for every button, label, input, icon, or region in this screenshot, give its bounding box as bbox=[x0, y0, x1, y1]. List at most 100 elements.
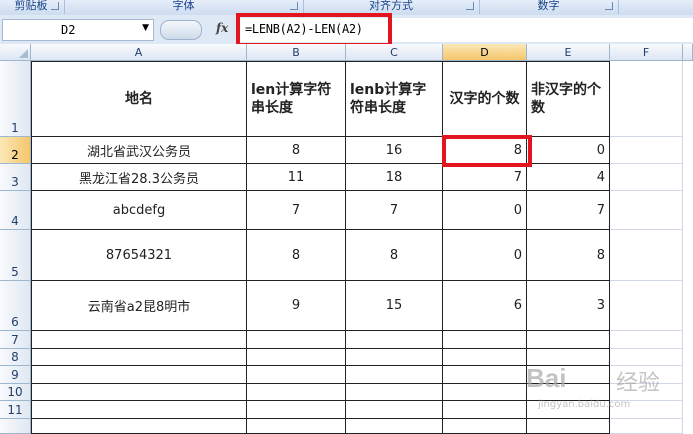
alignment-group[interactable]: 对齐方式 bbox=[305, 0, 477, 14]
row-header-6[interactable]: 6 bbox=[0, 281, 31, 331]
cell-c2[interactable]: 16 bbox=[346, 137, 443, 164]
insert-function-icon[interactable]: fx bbox=[216, 21, 228, 35]
dialog-launcher-icon[interactable] bbox=[51, 2, 59, 10]
cell-b1[interactable]: len计算字符串长度 bbox=[247, 61, 346, 137]
empty-cell[interactable] bbox=[527, 331, 610, 349]
empty-cell[interactable] bbox=[31, 419, 247, 434]
cell-c5[interactable]: 8 bbox=[346, 230, 443, 281]
empty-cell[interactable] bbox=[527, 349, 610, 366]
cell-d6[interactable]: 6 bbox=[443, 281, 527, 331]
row-header-11[interactable]: 11 bbox=[0, 401, 31, 419]
cell-c3[interactable]: 18 bbox=[346, 164, 443, 191]
empty-cell[interactable] bbox=[443, 419, 527, 434]
empty-cell[interactable] bbox=[247, 331, 346, 349]
cell-f3[interactable] bbox=[610, 164, 683, 191]
empty-cell[interactable] bbox=[31, 384, 247, 401]
empty-cell[interactable] bbox=[610, 419, 683, 434]
cell-b4[interactable]: 7 bbox=[247, 191, 346, 230]
name-box[interactable]: D2 ▼ bbox=[2, 19, 154, 41]
cell-b6[interactable]: 9 bbox=[247, 281, 346, 331]
cell-e1[interactable]: 非汉字的个数 bbox=[527, 61, 610, 137]
column-header-f[interactable]: F bbox=[610, 44, 683, 61]
empty-cell[interactable] bbox=[443, 349, 527, 366]
empty-cell[interactable] bbox=[527, 366, 610, 384]
empty-cell[interactable] bbox=[610, 349, 683, 366]
cell-f4[interactable] bbox=[610, 191, 683, 230]
empty-cell[interactable] bbox=[31, 366, 247, 384]
row-header-10[interactable]: 10 bbox=[0, 384, 31, 401]
empty-cell[interactable] bbox=[443, 401, 527, 419]
empty-cell[interactable] bbox=[346, 401, 443, 419]
row-header-2[interactable]: 2 bbox=[0, 137, 31, 164]
column-header-c[interactable]: C bbox=[346, 44, 443, 61]
empty-cell[interactable] bbox=[247, 349, 346, 366]
empty-cell[interactable] bbox=[527, 401, 610, 419]
cell-d4[interactable]: 0 bbox=[443, 191, 527, 230]
cell-c6[interactable]: 15 bbox=[346, 281, 443, 331]
column-header-g[interactable] bbox=[683, 44, 693, 61]
cell-f1[interactable] bbox=[610, 61, 683, 137]
empty-cell[interactable] bbox=[443, 331, 527, 349]
cell-e2[interactable]: 0 bbox=[527, 137, 610, 164]
empty-cell[interactable] bbox=[610, 384, 683, 401]
empty-cell[interactable] bbox=[247, 384, 346, 401]
dropdown-arrow-icon[interactable]: ▼ bbox=[142, 23, 149, 33]
row-header-7[interactable]: 7 bbox=[0, 331, 31, 349]
empty-cell[interactable] bbox=[31, 401, 247, 419]
empty-cell[interactable] bbox=[346, 384, 443, 401]
empty-cell[interactable] bbox=[346, 331, 443, 349]
cell-a1[interactable]: 地名 bbox=[31, 61, 247, 137]
row-header-12[interactable] bbox=[0, 419, 31, 434]
empty-cell[interactable] bbox=[346, 366, 443, 384]
cell-e3[interactable]: 4 bbox=[527, 164, 610, 191]
row-header-8[interactable]: 8 bbox=[0, 349, 31, 366]
column-header-d[interactable]: D bbox=[443, 44, 527, 61]
number-group[interactable]: 数字 bbox=[481, 0, 616, 14]
column-header-e[interactable]: E bbox=[527, 44, 610, 61]
cell-c1[interactable]: lenb计算字符串长度 bbox=[346, 61, 443, 137]
column-header-a[interactable]: A bbox=[31, 44, 247, 61]
cell-e5[interactable]: 8 bbox=[527, 230, 610, 281]
empty-cell[interactable] bbox=[346, 349, 443, 366]
empty-cell[interactable] bbox=[443, 384, 527, 401]
cell-a5[interactable]: 87654321 bbox=[31, 230, 247, 281]
empty-cell[interactable] bbox=[247, 401, 346, 419]
dialog-launcher-icon[interactable] bbox=[605, 2, 613, 10]
column-header-b[interactable]: B bbox=[247, 44, 346, 61]
row-header-5[interactable]: 5 bbox=[0, 230, 31, 281]
empty-cell[interactable] bbox=[31, 349, 247, 366]
font-group[interactable]: 字体 bbox=[66, 0, 301, 14]
dialog-launcher-icon[interactable] bbox=[466, 2, 474, 10]
empty-cell[interactable] bbox=[346, 419, 443, 434]
empty-cell[interactable] bbox=[610, 401, 683, 419]
empty-cell[interactable] bbox=[247, 419, 346, 434]
cell-d3[interactable]: 7 bbox=[443, 164, 527, 191]
cell-a2[interactable]: 湖北省武汉公务员 bbox=[31, 137, 247, 164]
cell-f2[interactable] bbox=[610, 137, 683, 164]
cell-b5[interactable]: 8 bbox=[247, 230, 346, 281]
row-header-3[interactable]: 3 bbox=[0, 164, 31, 191]
cell-d5[interactable]: 0 bbox=[443, 230, 527, 281]
row-header-1[interactable]: 1 bbox=[0, 61, 31, 137]
cell-f6[interactable] bbox=[610, 281, 683, 331]
formula-bar-splitter-handle[interactable] bbox=[160, 20, 202, 40]
cell-b2[interactable]: 8 bbox=[247, 137, 346, 164]
empty-cell[interactable] bbox=[610, 366, 683, 384]
cell-e4[interactable]: 7 bbox=[527, 191, 610, 230]
dialog-launcher-icon[interactable] bbox=[290, 2, 298, 10]
cell-d2[interactable]: 8 bbox=[443, 137, 527, 164]
cell-a6[interactable]: 云南省a2昆8明市 bbox=[31, 281, 247, 331]
cell-b3[interactable]: 11 bbox=[247, 164, 346, 191]
row-header-4[interactable]: 4 bbox=[0, 191, 31, 230]
empty-cell[interactable] bbox=[527, 384, 610, 401]
empty-cell[interactable] bbox=[443, 366, 527, 384]
empty-cell[interactable] bbox=[31, 331, 247, 349]
cell-d1[interactable]: 汉字的个数 bbox=[443, 61, 527, 137]
row-header-9[interactable]: 9 bbox=[0, 366, 31, 384]
empty-cell[interactable] bbox=[610, 331, 683, 349]
clipboard-group[interactable]: 剪贴板 bbox=[0, 0, 62, 14]
cell-a4[interactable]: abcdefg bbox=[31, 191, 247, 230]
cell-a3[interactable]: 黑龙江省28.3公务员 bbox=[31, 164, 247, 191]
empty-cell[interactable] bbox=[247, 366, 346, 384]
cell-c4[interactable]: 7 bbox=[346, 191, 443, 230]
